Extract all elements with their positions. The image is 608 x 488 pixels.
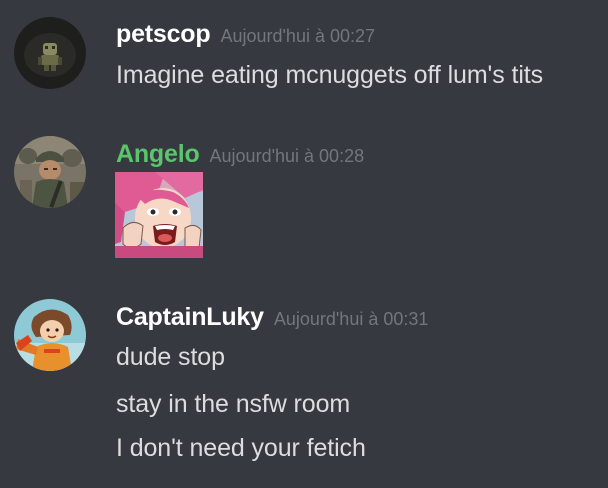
user-avatar[interactable] <box>14 299 86 371</box>
message-header: CaptainLuky Aujourd'hui à 00:31 <box>116 303 428 332</box>
soldier-avatar-icon <box>14 136 86 208</box>
message-header: Angelo Aujourd'hui à 00:28 <box>116 140 364 169</box>
message-text: stay in the nsfw room <box>116 390 351 418</box>
message-text: Imagine eating mcnuggets off lum's tits <box>116 61 544 89</box>
message-text: dude stop <box>116 343 225 371</box>
message-header: petscop Aujourd'hui à 00:27 <box>116 20 375 49</box>
message-group: petscop Aujourd'hui à 00:27 Imagine eatin… <box>0 0 608 120</box>
message-group: Angelo Aujourd'hui à 00:28 <box>0 120 608 280</box>
message-text: I don't need your fetich <box>116 434 366 462</box>
image-attachment[interactable] <box>115 172 203 258</box>
dark-figure-avatar-icon <box>14 17 86 89</box>
timestamp[interactable]: Aujourd'hui à 00:31 <box>274 309 429 329</box>
anime-girl-screaming-image <box>115 172 203 258</box>
user-avatar[interactable] <box>14 136 86 208</box>
message-group: CaptainLuky Aujourd'hui à 00:31 dude stop… <box>0 280 608 488</box>
username[interactable]: Angelo <box>116 140 200 168</box>
username[interactable]: petscop <box>116 20 211 48</box>
user-avatar[interactable] <box>14 17 86 89</box>
timestamp[interactable]: Aujourd'hui à 00:27 <box>220 26 375 46</box>
username[interactable]: CaptainLuky <box>116 303 264 331</box>
timestamp[interactable]: Aujourd'hui à 00:28 <box>210 146 365 166</box>
anime-character-avatar-icon <box>14 299 86 371</box>
